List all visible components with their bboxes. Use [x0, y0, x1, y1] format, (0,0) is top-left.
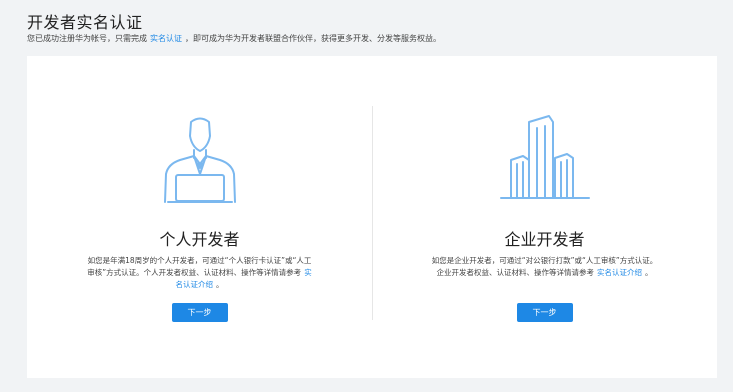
- enterprise-card-title: 企业开发者: [504, 230, 585, 249]
- enterprise-card-description: 如您是企业开发者，可通过“对公银行打款”或“人工审核”方式认证。企业开发者权益、…: [430, 255, 660, 279]
- intro-text-after: ，即可成为华为开发者联盟合作伙伴，获得更多开发、分发等服务权益。: [185, 34, 441, 43]
- enterprise-description-suffix: 。: [645, 268, 653, 277]
- personal-card-title: 个人开发者: [159, 230, 240, 249]
- intro-text: 您已成功注册华为帐号，只需完成 实名认证 ，即可成为华为开发者联盟合作伙伴，获得更多…: [27, 33, 441, 44]
- personal-description-text: 如您是年满18周岁的个人开发者，可通过“个人银行卡认证”或“人工审核”方式认证。…: [87, 256, 312, 277]
- personal-developer-card: 个人开发者 如您是年满18周岁的个人开发者，可通过“个人银行卡认证”或“人工审核…: [27, 56, 372, 378]
- enterprise-next-button[interactable]: 下一步: [516, 303, 573, 322]
- buildings-icon: [499, 115, 590, 199]
- page-title: 开发者实名认证: [27, 13, 143, 32]
- intro-text-before: 您已成功注册华为帐号，只需完成: [27, 34, 147, 43]
- intro-verification-link[interactable]: 实名认证: [150, 34, 182, 43]
- verification-panel: 个人开发者 如您是年满18周岁的个人开发者，可通过“个人银行卡认证”或“人工审核…: [27, 56, 717, 378]
- person-laptop-icon: [163, 117, 236, 203]
- personal-card-description: 如您是年满18周岁的个人开发者，可通过“个人银行卡认证”或“人工审核”方式认证。…: [85, 255, 315, 291]
- enterprise-verification-intro-link[interactable]: 实名认证介绍: [597, 268, 642, 277]
- personal-next-button[interactable]: 下一步: [171, 303, 228, 322]
- personal-description-suffix: 。: [216, 280, 224, 289]
- enterprise-developer-card: 企业开发者 如您是企业开发者，可通过“对公银行打款”或“人工审核”方式认证。企业…: [372, 56, 717, 378]
